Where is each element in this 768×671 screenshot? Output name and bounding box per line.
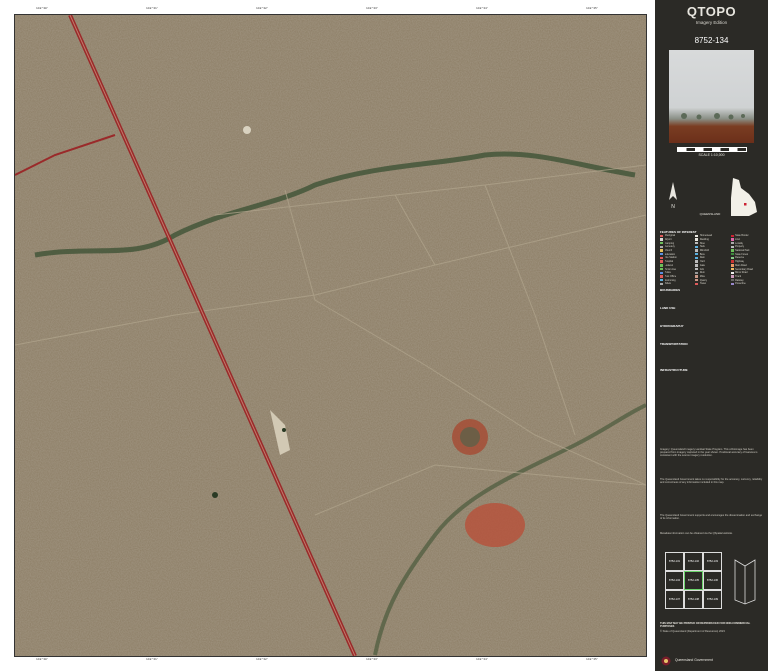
licence-note: The Queensland Government supports and e… [660,514,763,521]
bottom-tick: 148°30' [36,658,49,661]
circular-centre [460,427,480,447]
legend-heading: BOUNDARIES [660,287,681,292]
terrain-svg [15,15,646,656]
yard-icon [243,126,251,134]
legend-col-c: State Border LGA Locality Property Natio… [730,234,764,286]
svg-text:N: N [671,204,675,210]
legend-col-b: Homestead Dwelling Shed Tank Windmill Bo… [695,234,728,286]
legend-item: Toilets [660,282,693,286]
top-tick: 148°32' [256,7,269,10]
north-arrow-icon: N [669,182,677,210]
copyright: © State of Queensland (Department of Res… [660,630,725,633]
scale-label: SCALE 1:10,000 [698,153,725,157]
top-tick: 148°30' [36,7,49,10]
index-cell-current[interactable]: 8752-135 [684,571,703,590]
sheet-index: 8752-131 8752-132 8752-133 8752-134 8752… [665,552,723,610]
trees-icon [681,113,745,120]
index-cell[interactable]: 8752-137 [665,590,684,609]
metadata-note: Metadata information can be obtained via… [660,532,733,535]
top-tick: 148°31' [146,7,159,10]
map-frame: 148°30' 148°31' 148°32' 148°33' 148°34' … [6,6,653,664]
bottom-tick: 148°31' [146,658,159,661]
legend-heading: TRANSPORTATION [660,341,688,346]
top-tick: 148°33' [366,7,379,10]
legend-columns: Aboriginal Airport Camping Cemetery Chur… [660,234,764,286]
legend-heading: LAND USE [660,305,676,310]
top-tick: 148°35' [586,7,599,10]
imagery-note: Imagery: Queensland Imagery Landsat Stat… [660,448,758,458]
bottom-tick: 148°32' [256,658,269,661]
index-cell[interactable]: 8752-133 [703,552,722,571]
reproduction-note: THIS MAP MAY BE PRINTED OR REPRODUCED FO… [660,622,751,629]
legend-item: Powerline [730,282,764,286]
bottom-tick: 148°35' [586,658,599,661]
index-cell[interactable]: 8752-131 [665,552,684,571]
index-cell[interactable]: 8752-139 [703,590,722,609]
bottom-tick: 148°34' [476,658,489,661]
product-subtitle: Imagery Edition [695,20,728,25]
cover-photo [669,50,754,143]
homestead-icon [282,428,286,432]
disclaimer: The Queensland Government takes no respo… [660,478,763,485]
qld-government-logo-icon [661,656,671,666]
state-caption: QUEENSLAND [699,212,721,216]
bottom-tick: 148°33' [366,658,379,661]
satellite-imagery[interactable] [14,14,647,657]
top-tick: 148°34' [476,7,489,10]
legend-col-a: Aboriginal Airport Camping Cemetery Chur… [660,234,693,286]
scale-bar [677,147,747,152]
index-cell[interactable]: 8752-134 [665,571,684,590]
dam-icon [212,492,218,498]
legend: FEATURES OF INTEREST Aboriginal Airport … [660,228,764,372]
legend-heading: HYDROGRAPHY [660,323,684,328]
legend-item: Tower [695,282,728,286]
sheet-number: 8752-134 [694,36,729,45]
index-cell[interactable]: 8752-138 [684,590,703,609]
red-soil-se [465,503,525,547]
fold-diagram-icon [734,559,756,605]
footer-org: Queensland Government [675,658,713,662]
index-cell[interactable]: 8752-132 [684,552,703,571]
info-panel: QTOPO Imagery Edition 8752-134 SCALE 1:1… [655,0,768,671]
legend-heading: INFRASTRUCTURE [660,367,688,372]
product-title: QTOPO [686,4,737,19]
index-cell[interactable]: 8752-136 [703,571,722,590]
